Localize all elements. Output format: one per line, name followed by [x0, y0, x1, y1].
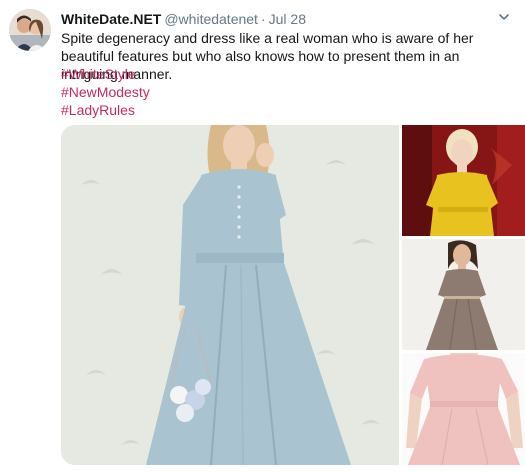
light-blue-dress-photo[interactable] [61, 125, 399, 465]
pink-dress-photo[interactable] [402, 353, 525, 465]
taupe-dress-photo[interactable] [402, 239, 525, 350]
user-handle[interactable]: @whitedatenet [164, 11, 258, 27]
hashtag-whitestyle[interactable]: #WhiteStyle [61, 65, 150, 83]
display-name[interactable]: WhiteDate.NET [61, 11, 161, 27]
media-grid [61, 125, 525, 465]
chevron-down-icon[interactable] [497, 10, 511, 24]
tweet-timestamp[interactable]: Jul 28 [269, 11, 306, 27]
tweet-card[interactable]: WhiteDate.NET @whitedatenet · Jul 28 Spite … [0, 0, 525, 473]
hashtag-list: #WhiteStyle #NewModesty #LadyRules [61, 65, 150, 119]
avatar-image [9, 9, 51, 51]
tweet-header: WhiteDate.NET @whitedatenet · Jul 28 [61, 10, 306, 28]
separator-dot: · [260, 11, 266, 27]
hashtag-newmodesty[interactable]: #NewModesty [61, 83, 150, 101]
avatar[interactable] [9, 9, 51, 51]
hashtag-ladyrules[interactable]: #LadyRules [61, 101, 150, 119]
yellow-dress-photo[interactable] [402, 125, 525, 236]
